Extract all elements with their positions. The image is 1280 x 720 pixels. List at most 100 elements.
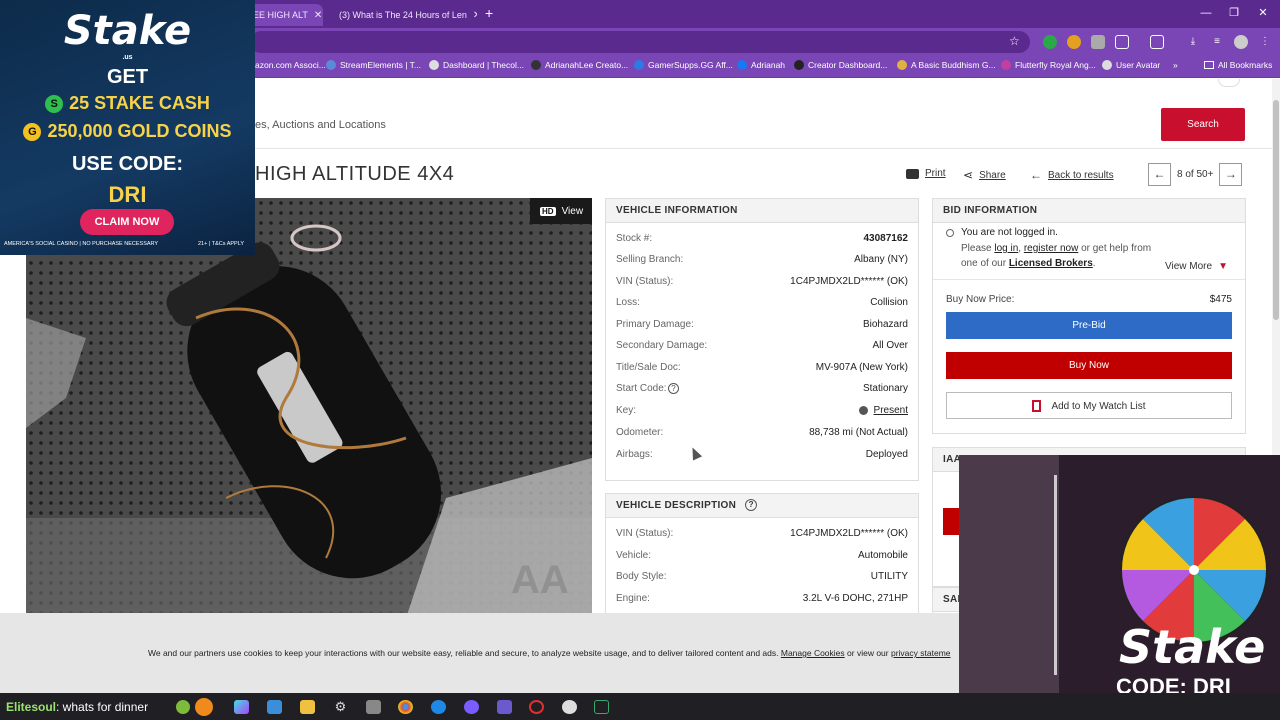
app-icon[interactable] — [366, 700, 381, 714]
help-icon[interactable]: ? — [745, 499, 758, 512]
buy-now-button[interactable]: Buy Now — [946, 352, 1232, 379]
ad-get: GET — [106, 66, 149, 88]
share-icon: ⋖ — [963, 168, 974, 182]
manage-cookies-link[interactable]: Manage Cookies — [781, 648, 845, 658]
scrollbar-thumb[interactable] — [1273, 100, 1279, 320]
webcam-wall — [959, 455, 1059, 693]
info-row: Airbags: Deployed — [616, 449, 908, 460]
key-icon — [859, 406, 868, 415]
folder-icon — [1204, 61, 1214, 69]
file-explorer-icon[interactable] — [300, 700, 315, 714]
search-button[interactable]: Search — [1161, 108, 1245, 141]
tab-close-icon[interactable]: ✕ — [473, 10, 477, 21]
panel-heading: BID INFORMATION — [933, 199, 1245, 223]
bookmark-item[interactable]: Creator Dashboard... — [794, 60, 887, 70]
webcam-stake-logo: Stake — [1119, 620, 1266, 674]
buy-now-price: $475 — [1209, 294, 1232, 305]
address-bar[interactable] — [250, 31, 1030, 53]
info-row: Loss: Collision — [616, 297, 908, 308]
gold-coin-icon: G — [23, 123, 42, 142]
close-window-button[interactable]: ✕ — [1248, 4, 1278, 22]
bookmark-item[interactable]: A Basic Buddhism G... — [897, 60, 996, 70]
globe-icon — [429, 60, 439, 70]
edge-icon[interactable] — [431, 700, 446, 714]
more-menu-icon[interactable]: ⋮ — [1258, 35, 1272, 49]
all-bookmarks-button[interactable]: All Bookmarks — [1204, 60, 1272, 70]
cast-icon[interactable] — [1150, 35, 1164, 49]
chrome-icon[interactable] — [398, 700, 413, 714]
licensed-brokers-link[interactable]: Licensed Brokers — [1009, 258, 1093, 269]
app-icon[interactable] — [497, 700, 512, 714]
extension-icon[interactable] — [1067, 35, 1081, 49]
bookmark-item[interactable]: azon.com Associ... — [255, 60, 326, 70]
obs-icon[interactable] — [562, 700, 577, 714]
fruit-emoji-icon — [195, 698, 213, 716]
add-to-watch-list-button[interactable]: Add to My Watch List — [946, 392, 1232, 419]
hd-view-button[interactable]: HD View — [530, 198, 592, 224]
extension-icon[interactable] — [1043, 35, 1057, 49]
info-row: Stock #: 43087162 — [616, 233, 908, 244]
app-icon[interactable] — [464, 700, 479, 714]
previous-result-button[interactable]: ← — [1148, 163, 1171, 186]
stake-cash-coin-icon: S — [45, 95, 64, 114]
ad-terms: 21+ | T&Cs APPLY — [198, 241, 245, 247]
copilot-icon[interactable] — [234, 700, 249, 714]
arrow-left-icon: ← — [1030, 168, 1042, 182]
stake-ad-overlay: Stake .us GET S 25 STAKE CASH G 250,000 GO… — [0, 0, 255, 255]
bookmark-item[interactable]: Flutterfly Royal Ang... — [1001, 60, 1096, 70]
register-now-link[interactable]: register now — [1024, 243, 1078, 254]
bookmark-item[interactable]: AdrianahLee Creato... — [531, 60, 628, 70]
menu-list-icon[interactable]: ≡ — [1210, 35, 1224, 49]
opera-icon[interactable] — [529, 700, 544, 714]
bookmark-item[interactable]: StreamElements | T... — [326, 60, 421, 70]
restore-button[interactable]: ❐ — [1219, 4, 1249, 22]
download-icon[interactable]: ⤓ — [1186, 35, 1200, 49]
vehicle-description-panel: VEHICLE DESCRIPTION ? VIN (Status): 1C4PJ… — [605, 493, 919, 613]
login-help-text: one of our Licensed Brokers. — [961, 258, 1096, 269]
svg-text:AA: AA — [511, 558, 569, 602]
view-more-button[interactable]: View More ▼ — [1165, 261, 1228, 272]
tab-close-icon[interactable]: ✕ — [314, 10, 322, 21]
share-button[interactable]: ⋖ Share — [963, 168, 1006, 182]
back-to-results-link[interactable]: ← Back to results — [1030, 168, 1114, 182]
log-in-link[interactable]: log in — [994, 243, 1018, 254]
bookmark-item[interactable]: Adrianah — [737, 60, 785, 70]
bookmark-item[interactable]: Dashboard | Thecol... — [429, 60, 524, 70]
tab-active[interactable]: EE HIGH ALT ✕ — [245, 4, 323, 26]
result-pager: ← 8 of 50+ → — [1148, 163, 1243, 186]
vehicle-photo[interactable]: AA — [26, 198, 592, 613]
bookmark-item[interactable]: User Avatar — [1102, 60, 1160, 70]
app-icon[interactable] — [267, 700, 282, 714]
vehicle-title: HIGH ALTITUDE 4X4 — [255, 163, 455, 185]
tab-youtube[interactable]: (3) What is The 24 Hours of Len ✕ — [325, 4, 477, 26]
bookmark-favicon-icon — [1001, 60, 1011, 70]
extension-icon[interactable] — [1091, 35, 1105, 49]
search-input[interactable]: es, Auctions and Locations — [255, 119, 386, 131]
bookmark-star-icon[interactable]: ☆ — [1009, 34, 1020, 48]
bookmarks-overflow-button[interactable]: » — [1173, 60, 1178, 70]
key-fob-photo: AA — [26, 198, 592, 613]
new-tab-button[interactable]: + — [485, 5, 493, 21]
settings-gear-icon[interactable]: ⚙ — [333, 700, 348, 714]
profile-avatar[interactable] — [1234, 35, 1248, 49]
ad-line-gold-coins: G 250,000 GOLD COINS — [0, 121, 255, 142]
extensions-puzzle-icon[interactable] — [1115, 35, 1129, 49]
chevron-down-icon: ▼ — [1218, 261, 1228, 272]
claim-now-button[interactable]: CLAIM NOW — [80, 209, 174, 235]
globe-icon — [1102, 60, 1112, 70]
pre-bid-button[interactable]: Pre-Bid — [946, 312, 1232, 339]
minimize-button[interactable]: — — [1191, 4, 1221, 22]
desc-row: VIN (Status): 1C4PJMDX2LD****** (OK) — [616, 528, 908, 539]
buy-now-price-label: Buy Now Price: — [946, 294, 1015, 305]
key-present-link[interactable]: Present — [874, 405, 908, 416]
chat-overlay: Elitesoul: whats for dinner — [6, 700, 148, 714]
print-button[interactable]: Print — [906, 168, 946, 179]
help-icon[interactable]: ? — [668, 383, 679, 394]
next-result-button[interactable]: → — [1219, 163, 1243, 186]
privacy-statement-link[interactable]: privacy stateme — [891, 648, 951, 658]
ad-code: DRI — [108, 182, 147, 207]
login-radio[interactable] — [946, 229, 954, 237]
app-icon[interactable] — [594, 700, 609, 714]
login-help-text: Please log in, register now or get help … — [961, 243, 1152, 254]
bookmark-item[interactable]: GamerSupps.GG Aff... — [634, 60, 733, 70]
